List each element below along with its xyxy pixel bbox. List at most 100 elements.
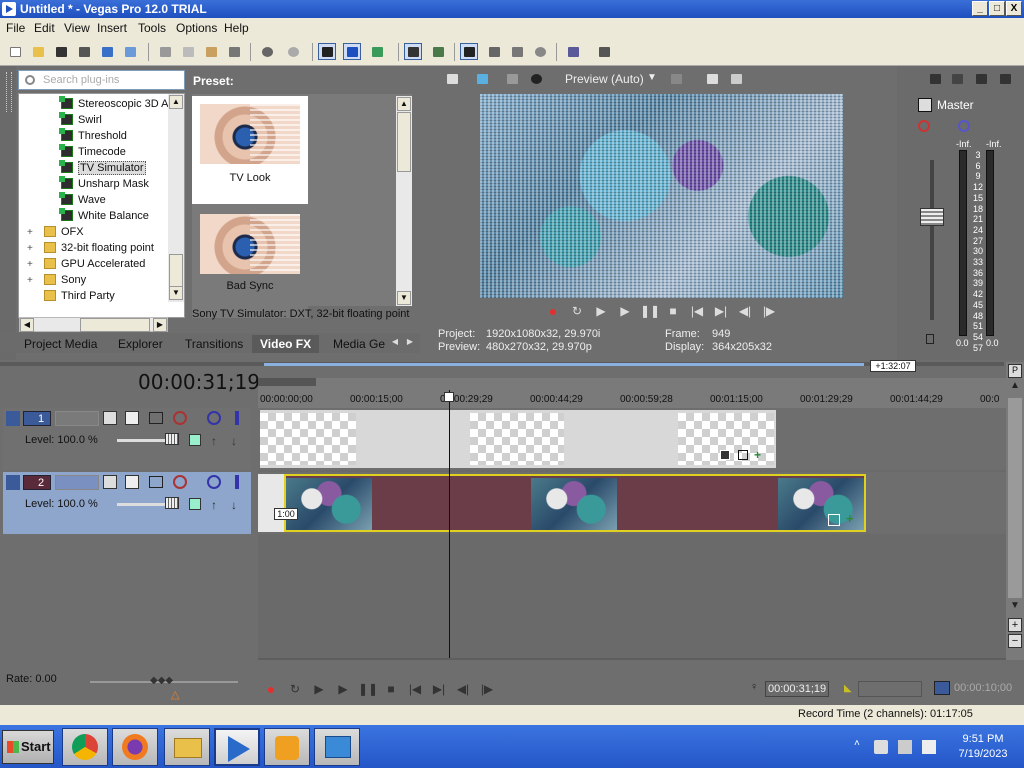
event-pan-crop-icon[interactable] [720, 450, 730, 460]
vegas-app-icon[interactable] [2, 2, 16, 16]
playhead-cursor[interactable] [449, 390, 450, 658]
save-snapshot-icon[interactable] [727, 70, 745, 87]
taskbar-clock[interactable]: 9:51 PM 7/19/2023 [948, 732, 1018, 762]
snapping-icon[interactable] [460, 43, 478, 60]
tab-scroll-right-icon[interactable]: ▶ [403, 336, 417, 350]
auto-ripple-icon[interactable] [404, 43, 422, 60]
menu-help[interactable]: Help [224, 21, 249, 35]
selection-start-field[interactable] [858, 681, 922, 697]
volume-icon[interactable] [922, 740, 936, 754]
new-project-icon[interactable] [6, 43, 24, 60]
mixer-dim-icon[interactable] [996, 70, 1014, 87]
compositing-icon[interactable] [189, 498, 201, 510]
previous-frame-icon[interactable]: ◀| [736, 302, 754, 320]
paste-icon[interactable] [202, 43, 220, 60]
expand-icon[interactable]: + [27, 241, 36, 257]
media-player-taskbar-icon[interactable] [264, 728, 310, 766]
event-fx-icon[interactable]: + [754, 449, 766, 461]
pause-icon[interactable]: ❚❚ [640, 302, 660, 320]
zoom-out-icon[interactable]: − [1008, 634, 1022, 648]
normal-edit-tool-icon[interactable] [318, 43, 336, 60]
scroll-up-arrow-icon[interactable]: ▲ [397, 97, 411, 111]
marker-icon[interactable]: P [1008, 364, 1022, 378]
chevron-down-icon[interactable]: ▼ [647, 72, 657, 83]
tab-transitions[interactable]: Transitions [185, 335, 243, 353]
zoom-in-icon[interactable]: + [1008, 618, 1022, 632]
docking-grip[interactable] [0, 66, 16, 360]
solo-icon[interactable] [235, 475, 239, 489]
track-fx-icon[interactable] [173, 475, 187, 489]
record-icon[interactable]: ● [262, 680, 280, 698]
compositing-icon[interactable] [189, 434, 201, 446]
master-fader-track[interactable] [930, 160, 934, 320]
tree-item-threshold[interactable]: Threshold [59, 128, 127, 144]
cursor-time-field[interactable]: 00:00:31;19 [765, 681, 829, 697]
master-bus-icon[interactable] [918, 98, 932, 112]
go-to-end-icon[interactable]: ▶| [712, 302, 730, 320]
track-collapse-icon[interactable] [6, 475, 20, 490]
scrollbar-thumb[interactable] [80, 318, 150, 332]
preview-quality-select[interactable]: Preview (Auto) [565, 72, 644, 86]
track-fx-icon[interactable] [173, 411, 187, 425]
chrome-taskbar-icon[interactable] [62, 728, 108, 766]
parent-up-icon[interactable]: ↑ [211, 434, 221, 448]
loop-playback-icon[interactable]: ↻ [568, 302, 586, 320]
expand-icon[interactable]: + [27, 225, 36, 241]
event-fx-icon[interactable]: + [846, 512, 860, 526]
tree-item-sony[interactable]: + Sony [27, 272, 86, 288]
lock-icon[interactable] [926, 334, 934, 344]
tree-item-swirl[interactable]: Swirl [59, 112, 102, 128]
stop-icon[interactable]: ■ [382, 680, 400, 698]
go-to-start-icon[interactable]: |◀ [688, 302, 706, 320]
event-crop-icon[interactable] [828, 514, 840, 526]
whats-this-icon[interactable] [595, 43, 613, 60]
composite-mode-icon[interactable] [103, 475, 117, 489]
tab-explorer[interactable]: Explorer [118, 335, 163, 353]
playhead-handle[interactable] [444, 392, 454, 402]
menu-edit[interactable]: Edit [34, 21, 55, 35]
solo-icon[interactable] [235, 411, 239, 425]
video-fx-button-icon[interactable] [527, 70, 545, 87]
external-monitor-icon[interactable] [473, 70, 491, 87]
mixer-insert-bus-icon[interactable] [948, 70, 966, 87]
loop-region[interactable] [258, 378, 316, 386]
track-motion-icon[interactable] [149, 412, 163, 424]
preset-bad-sync[interactable]: Bad Sync [192, 210, 308, 318]
selection-edit-tool-icon[interactable] [368, 43, 386, 60]
mute-icon[interactable] [207, 475, 221, 489]
tree-item-wave[interactable]: Wave [59, 192, 106, 208]
pause-icon[interactable]: ❚❚ [358, 680, 378, 698]
menu-insert[interactable]: Insert [97, 21, 127, 35]
render-as-icon[interactable] [98, 43, 116, 60]
composite-mode-icon[interactable] [103, 411, 117, 425]
split-screen-icon[interactable] [503, 70, 521, 87]
make-compositing-child-icon[interactable] [125, 411, 139, 425]
lock-envelopes-icon[interactable] [429, 43, 447, 60]
scroll-left-arrow-icon[interactable]: ◀ [20, 318, 34, 332]
tree-item-ofx[interactable]: + OFX [27, 224, 84, 240]
restore-button[interactable]: □ [989, 1, 1005, 16]
track-level-knob[interactable] [165, 497, 179, 509]
scroll-down-arrow-icon[interactable]: ▼ [397, 291, 411, 305]
child-down-icon[interactable]: ↓ [231, 498, 241, 512]
scroll-right-arrow-icon[interactable]: ▶ [153, 318, 167, 332]
timeline-ruler[interactable]: 00:00:00;00 00:00:15;00 00:00:29;29 00:0… [258, 378, 1006, 408]
track-name-field[interactable] [55, 475, 99, 490]
minimize-button[interactable]: _ [972, 1, 988, 16]
play-from-start-icon[interactable]: ▶ [310, 680, 328, 698]
play-icon[interactable]: ▶ [334, 680, 352, 698]
open-folder-icon[interactable] [29, 43, 47, 60]
scroll-up-arrow-icon[interactable]: ▲ [1008, 380, 1022, 394]
undo-icon[interactable] [258, 43, 276, 60]
close-button[interactable]: X [1006, 1, 1022, 16]
make-compositing-child-icon[interactable] [125, 475, 139, 489]
play-from-start-icon[interactable]: ▶ [592, 302, 610, 320]
preset-tv-look[interactable]: TV Look [192, 96, 308, 204]
tree-item-gpu-accelerated[interactable]: + GPU Accelerated [27, 256, 145, 272]
master-fader-knob[interactable] [920, 208, 944, 226]
parent-up-icon[interactable]: ↑ [211, 498, 221, 512]
mute-icon[interactable] [207, 411, 221, 425]
scroll-down-arrow-icon[interactable]: ▼ [1008, 600, 1022, 614]
delete-icon[interactable] [225, 43, 243, 60]
master-mute-icon[interactable] [958, 120, 970, 132]
